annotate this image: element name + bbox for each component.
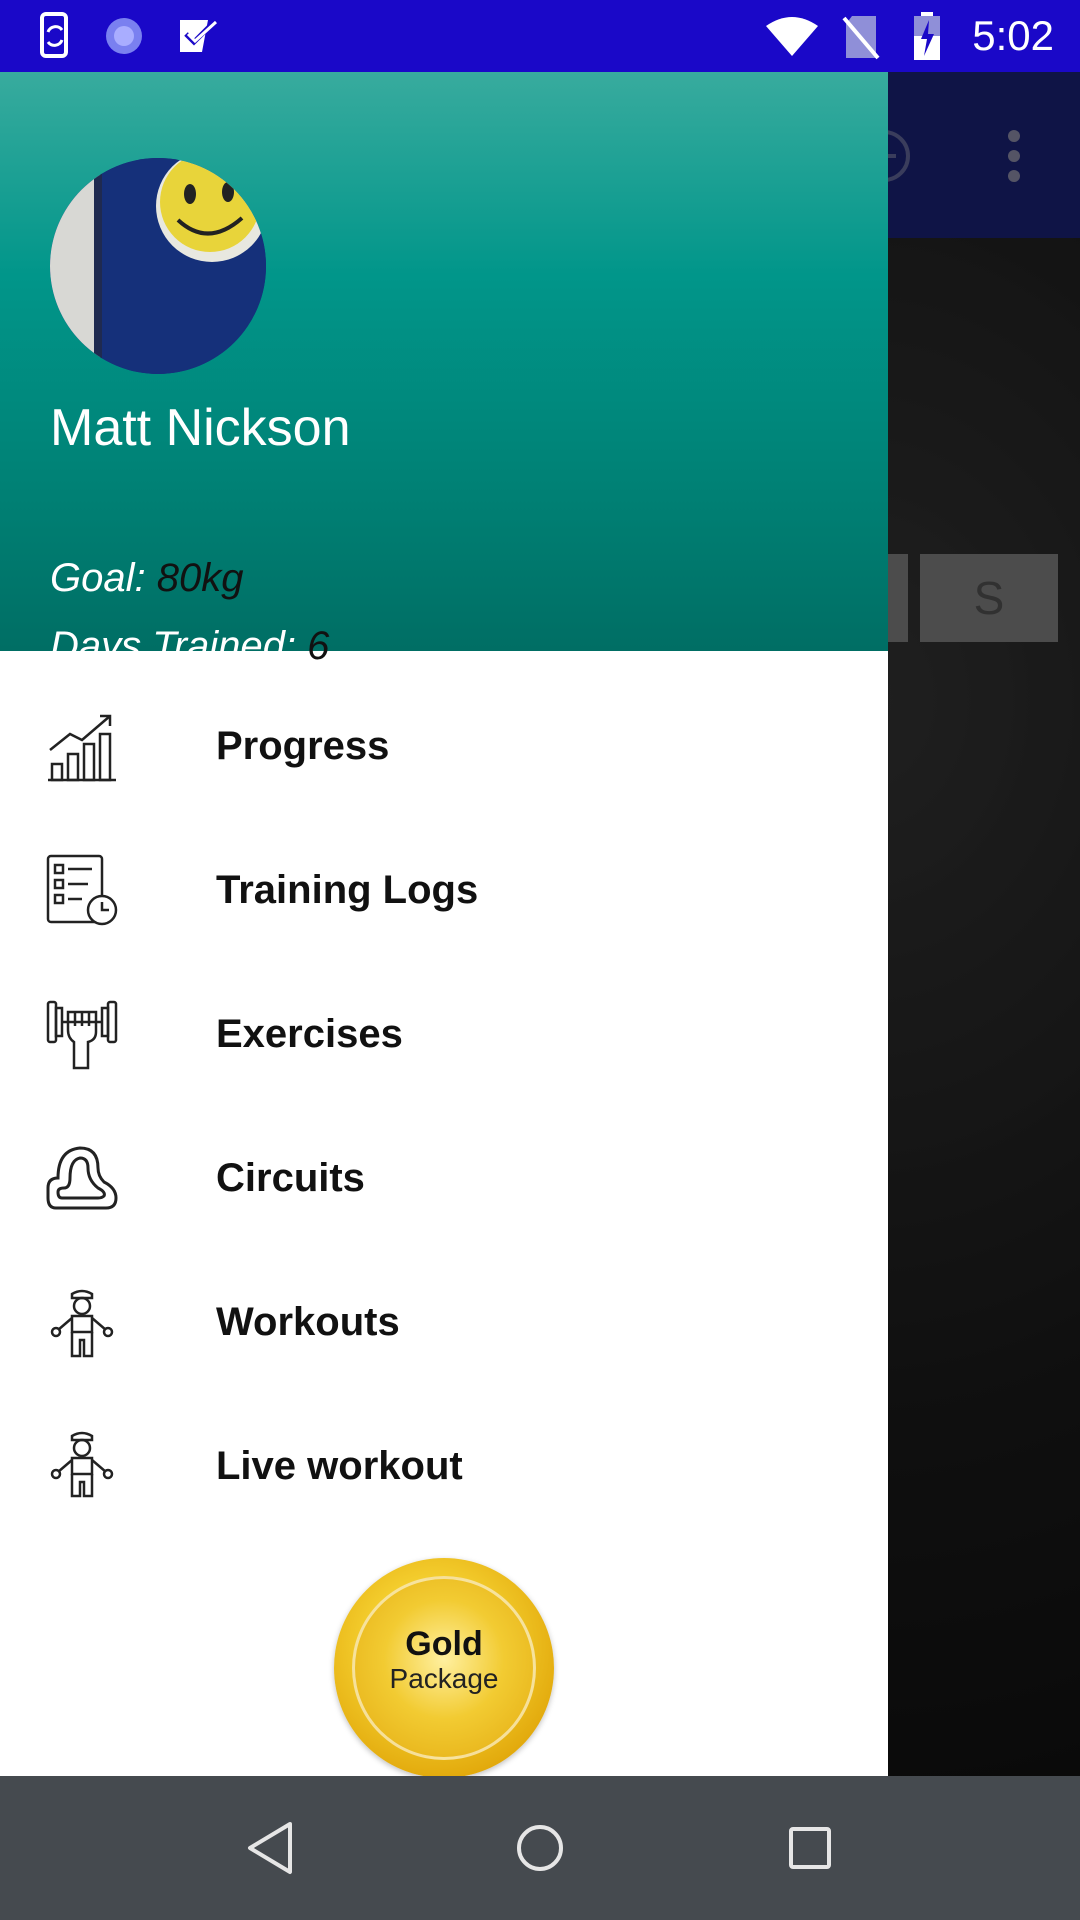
menu-item-training-logs[interactable]: Training Logs bbox=[0, 818, 888, 962]
live-workout-icon bbox=[50, 1431, 114, 1498]
spinner-icon bbox=[106, 18, 142, 54]
menu-label-training-logs: Training Logs bbox=[216, 868, 479, 912]
gold-package-button[interactable]: Gold Package bbox=[334, 1558, 554, 1776]
goal-value: 80kg bbox=[156, 556, 244, 600]
menu-label-circuits: Circuits bbox=[216, 1156, 365, 1200]
system-nav-bar bbox=[0, 1776, 1080, 1920]
wifi-icon bbox=[766, 17, 818, 56]
gold-package-title: Gold bbox=[405, 1625, 483, 1663]
training-log-icon bbox=[46, 854, 118, 926]
smiley-profile-picture bbox=[50, 158, 266, 374]
user-name: Matt Nickson bbox=[50, 399, 351, 457]
menu-item-live-workout[interactable]: Live workout bbox=[0, 1394, 888, 1538]
progress-chart-icon bbox=[48, 714, 116, 782]
gold-package-subtitle: Package bbox=[389, 1663, 499, 1694]
navigation-drawer: Matt Nickson Goal: 80kg Days Trained: 6 … bbox=[0, 72, 888, 1776]
drawer-header: Matt Nickson Goal: 80kg Days Trained: 6 bbox=[0, 72, 888, 668]
menu-item-workouts[interactable]: Workouts bbox=[0, 1250, 888, 1394]
days-trained-value: 6 bbox=[307, 624, 330, 668]
days-trained-line: Days Trained: 6 bbox=[50, 622, 329, 670]
no-sim-icon bbox=[842, 16, 880, 60]
avatar[interactable] bbox=[50, 158, 266, 374]
status-time: 5:02 bbox=[972, 12, 1054, 59]
menu-item-progress[interactable]: Progress bbox=[0, 674, 888, 818]
battery-charging-icon bbox=[914, 12, 940, 60]
dumbbell-fist-icon bbox=[46, 1000, 118, 1070]
menu-label-exercises: Exercises bbox=[216, 1012, 403, 1056]
menu-label-live-workout: Live workout bbox=[216, 1444, 463, 1488]
menu-item-exercises[interactable]: Exercises bbox=[0, 962, 888, 1106]
menu-item-circuits[interactable]: Circuits bbox=[0, 1106, 888, 1250]
status-bar: 5:02 bbox=[0, 0, 1080, 72]
home-icon[interactable] bbox=[502, 1810, 578, 1886]
goal-line: Goal: 80kg bbox=[50, 554, 243, 602]
days-trained-label: Days Trained: bbox=[50, 624, 308, 668]
phone-sync-icon bbox=[40, 12, 68, 58]
circuit-track-icon bbox=[46, 1146, 118, 1210]
menu-label-workouts: Workouts bbox=[216, 1300, 400, 1344]
recents-icon[interactable] bbox=[772, 1810, 848, 1886]
back-icon[interactable] bbox=[232, 1810, 308, 1886]
workout-person-icon bbox=[50, 1289, 114, 1358]
menu-label-progress: Progress bbox=[216, 724, 390, 768]
goal-label: Goal: bbox=[50, 556, 157, 600]
task-check-icon bbox=[180, 18, 218, 52]
